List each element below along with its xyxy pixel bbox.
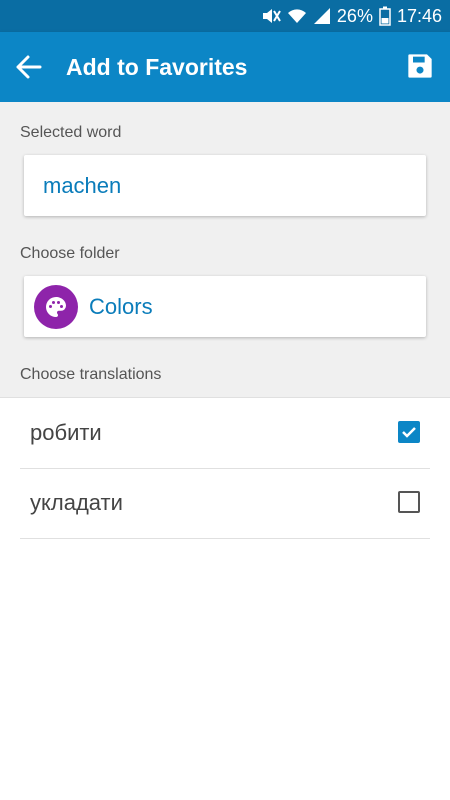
selected-word-value: machen [43,173,122,198]
save-icon[interactable] [406,52,434,80]
app-bar: Add to Favorites [0,32,450,102]
battery-percent: 26% [336,5,373,26]
mute-icon [261,7,281,25]
checkbox-checked[interactable] [398,421,420,443]
signal-icon [313,7,331,25]
translation-item[interactable]: укладати [20,468,430,539]
back-arrow-icon[interactable] [14,53,46,81]
selected-word-label: Selected word [20,124,122,141]
checkbox-unchecked[interactable] [398,491,420,513]
translation-text: робити [30,420,102,445]
translation-text: укладати [30,490,123,515]
folder-name: Colors [89,294,153,319]
folder-selector[interactable]: Colors [24,276,426,337]
page-title: Add to Favorites [66,54,248,80]
battery-icon [379,6,391,26]
clock: 17:46 [396,5,442,26]
palette-icon [34,285,78,329]
choose-folder-label: Choose folder [20,245,120,262]
selected-word-field[interactable]: machen [24,155,426,216]
status-bar: 26% 17:46 [0,0,450,32]
wifi-icon [287,7,307,25]
choose-translations-label: Choose translations [20,366,162,383]
form-section: Selected word machen Choose folder Color… [0,102,450,398]
translation-item[interactable]: робити [20,398,430,469]
